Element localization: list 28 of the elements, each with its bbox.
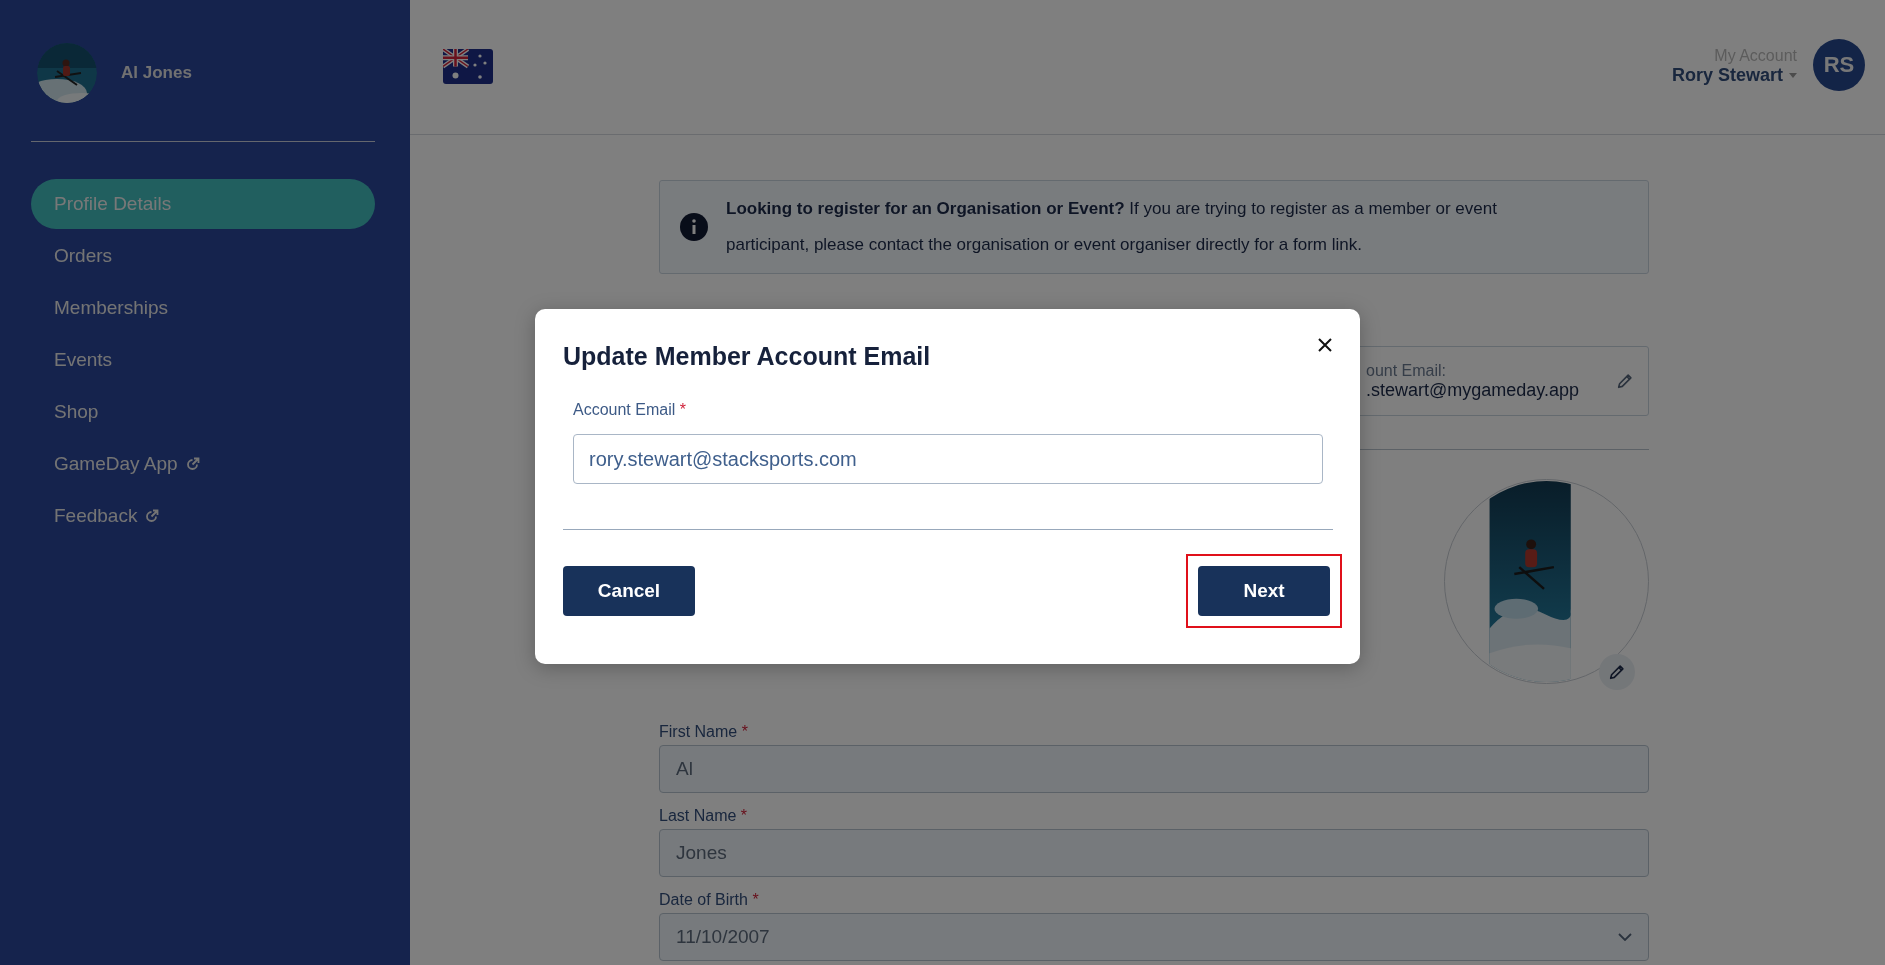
dialog-button[interactable]: Cancel — [563, 566, 695, 616]
info-message: Looking to register for an Organisation or Event? If you are trying to register as a member or event participant, please contact the organisation or event organiser directly for a form link. — [726, 198, 1498, 256]
sidebar-item[interactable]: Feedback — [31, 491, 375, 541]
sidebar-item[interactable]: Memberships — [31, 283, 375, 333]
sidebar-item[interactable]: Shop — [31, 387, 375, 437]
close-icon[interactable] — [1317, 337, 1333, 353]
pencil-icon[interactable] — [1616, 372, 1634, 390]
sidebar-item[interactable]: Orders — [31, 231, 375, 281]
user-name: Al Jones — [121, 63, 192, 83]
user-avatar[interactable]: RS — [1813, 39, 1865, 91]
account-menu[interactable]: Rory Stewart — [1671, 64, 1797, 86]
pencil-icon[interactable] — [1608, 663, 1626, 681]
sidebar-item[interactable]: Profile Details — [31, 179, 375, 229]
field-label: First Name * — [659, 723, 749, 741]
dialog-button[interactable]: Next — [1198, 566, 1330, 616]
field-label: ount Email: — [1366, 361, 1448, 380]
flag-icon[interactable] — [443, 48, 493, 84]
info-icon — [680, 213, 708, 241]
field-value: .stewart@mygameday.app — [1366, 379, 1580, 401]
caret-icon[interactable] — [1789, 72, 1797, 78]
sidebar-item[interactable]: GameDay App — [31, 439, 375, 489]
field-label: Date of Birth * — [659, 891, 760, 909]
email-input[interactable]: rory.stewart@stacksports.com — [573, 434, 1323, 484]
field-label: Last Name * — [659, 807, 749, 825]
field-label: Account Email * — [573, 401, 687, 419]
edit-photo-button[interactable] — [1599, 654, 1635, 690]
dialog-title: Update Member Account Email — [563, 342, 931, 371]
sidebar-item[interactable]: Events — [31, 335, 375, 385]
